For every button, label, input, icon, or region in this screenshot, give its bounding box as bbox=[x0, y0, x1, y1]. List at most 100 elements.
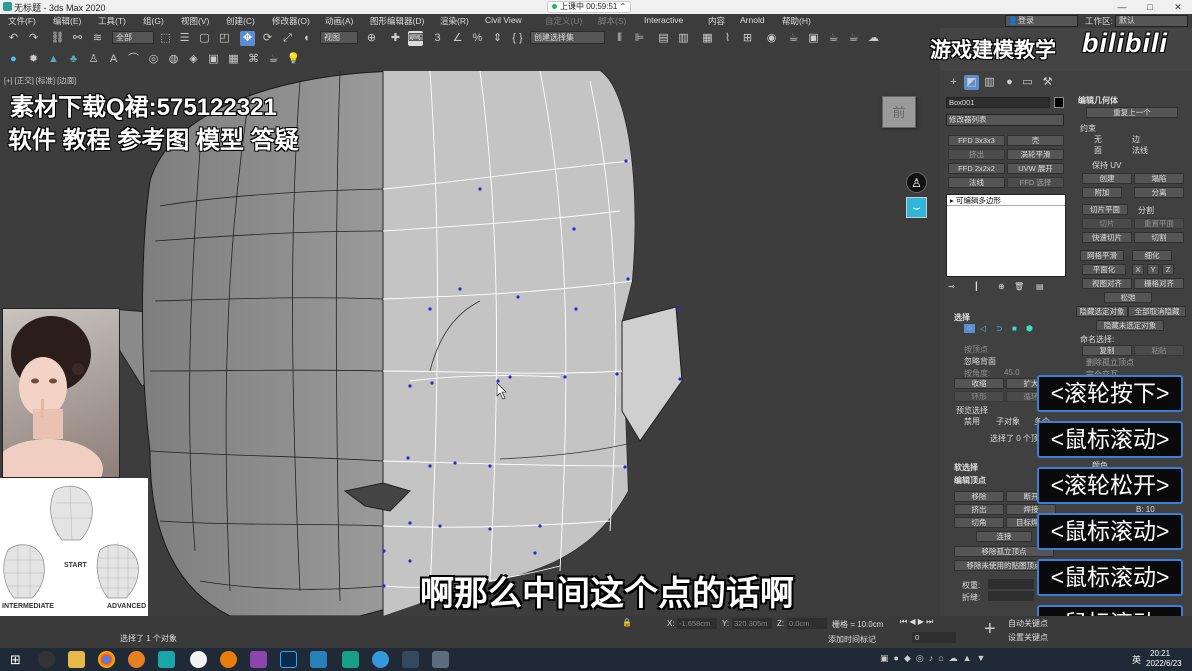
shrink-button[interactable]: 收缩 bbox=[954, 378, 1004, 389]
tessellate-button[interactable]: 细化 bbox=[1132, 250, 1172, 261]
display-tab-icon[interactable]: ▭ bbox=[1020, 75, 1035, 90]
menu-view[interactable]: 视图(V) bbox=[181, 15, 209, 27]
meshsmooth-button[interactable]: 网格平滑 bbox=[1080, 250, 1124, 261]
connect-button[interactable]: 连接 bbox=[976, 531, 1032, 542]
window-crossing-icon[interactable]: ◰ bbox=[217, 31, 232, 46]
undo-icon[interactable]: ↶ bbox=[6, 31, 21, 46]
mod-ffd333-button[interactable]: FFD 3x3x3 bbox=[948, 135, 1005, 146]
taskbar-app5-icon[interactable] bbox=[372, 651, 389, 668]
taskbar-app7-icon[interactable] bbox=[432, 651, 449, 668]
figure-icon[interactable]: ♙ bbox=[86, 52, 101, 67]
minimize-button[interactable]: — bbox=[1108, 0, 1136, 14]
redo-icon[interactable]: ↷ bbox=[26, 31, 41, 46]
menu-edit[interactable]: 编辑(E) bbox=[53, 15, 81, 27]
snaps-toggle-icon[interactable]: 3 bbox=[430, 31, 445, 46]
delete-isolated-checkbox[interactable]: 删除孤立顶点 bbox=[1086, 357, 1134, 368]
view-align-button[interactable]: 视图对齐 bbox=[1082, 278, 1132, 289]
by-vertex-checkbox[interactable]: 按顶点 bbox=[964, 344, 988, 355]
workspace-dropdown[interactable]: 默认 bbox=[1115, 15, 1188, 27]
z-field[interactable]: 0.0cm bbox=[787, 618, 827, 629]
y-field[interactable]: 320.305m bbox=[732, 618, 772, 629]
add-time-tag[interactable]: 添加时间标记 bbox=[828, 634, 876, 645]
named-selection-dropdown[interactable]: 创建选择集 bbox=[530, 31, 605, 44]
taskbar-app2-icon[interactable] bbox=[190, 651, 207, 668]
render-iterative-icon[interactable]: ☕ bbox=[846, 31, 861, 46]
ring-button[interactable]: 环形 bbox=[954, 391, 1004, 402]
rotate-view-icon[interactable]: ◎ bbox=[146, 52, 161, 67]
taskbar-app3-icon[interactable] bbox=[310, 651, 327, 668]
angle-value[interactable]: 45.0 bbox=[1004, 368, 1020, 377]
ignore-backfacing-checkbox[interactable]: 忽略背面 bbox=[964, 356, 996, 367]
polygon-mode-icon[interactable]: ■ bbox=[1012, 324, 1017, 333]
edit-named-sel-icon[interactable]: { } bbox=[510, 31, 525, 46]
frame-field[interactable]: 0 bbox=[912, 632, 956, 643]
select-by-name-icon[interactable]: ☰ bbox=[177, 31, 192, 46]
slice-plane-button[interactable]: 切片平面 bbox=[1082, 204, 1128, 215]
make-unique-icon[interactable]: ⊕ bbox=[998, 282, 1005, 291]
viewport[interactable]: [+] [正交] [标准] [边面] 前 ♙ ⌣ 素材下载Q裙:57512232… bbox=[0, 71, 940, 616]
show-end-result-icon[interactable]: ┃ bbox=[974, 282, 979, 291]
planar-z-button[interactable]: Z bbox=[1162, 264, 1174, 275]
object-color-swatch[interactable] bbox=[1054, 97, 1064, 108]
percent-snap-icon[interactable]: % bbox=[470, 31, 485, 46]
camera-icon[interactable]: ⌘ bbox=[246, 52, 261, 67]
menu-scripting[interactable]: 脚本(S) bbox=[598, 15, 626, 27]
taskbar-photoshop-icon[interactable] bbox=[280, 651, 297, 668]
mod-extrude-button[interactable]: 挤出 bbox=[948, 149, 1005, 160]
taskbar-3dsmax-icon[interactable] bbox=[158, 651, 175, 668]
selection-filter-dropdown[interactable]: 全部 bbox=[112, 31, 154, 44]
planar-x-button[interactable]: X bbox=[1132, 264, 1144, 275]
teapot-icon[interactable]: ☕ bbox=[266, 52, 281, 67]
reference-coord-dropdown[interactable]: 视图 bbox=[320, 31, 358, 44]
planar-y-button[interactable]: Y bbox=[1147, 264, 1159, 275]
element-mode-icon[interactable]: ⬢ bbox=[1026, 324, 1033, 333]
attach-button[interactable]: 附加 bbox=[1082, 187, 1122, 198]
menu-group[interactable]: 组(G) bbox=[143, 15, 164, 27]
place-icon[interactable]: ◐ bbox=[300, 31, 315, 46]
extrude-button[interactable]: 挤出 bbox=[954, 504, 1004, 515]
pin-stack-icon[interactable]: ⊸ bbox=[948, 282, 955, 291]
edge-mode-icon[interactable]: ◁ bbox=[980, 324, 986, 333]
hide-selected-button[interactable]: 隐藏选定对象 bbox=[1076, 306, 1128, 317]
taskbar-app-icon[interactable] bbox=[128, 651, 145, 668]
menu-create[interactable]: 创建(C) bbox=[226, 15, 255, 27]
maximize-button[interactable]: □ bbox=[1136, 0, 1164, 14]
select-object-icon[interactable]: ⬚ bbox=[158, 31, 173, 46]
hide-unselected-button[interactable]: 隐藏未选定对象 bbox=[1096, 320, 1164, 331]
menu-tools[interactable]: 工具(T) bbox=[98, 15, 126, 27]
menu-animation[interactable]: 动画(A) bbox=[325, 15, 353, 27]
mod-ffd-select-button[interactable]: FFD 选择 bbox=[1007, 177, 1064, 188]
detach-button[interactable]: 分离 bbox=[1134, 187, 1184, 198]
taskbar-explorer-icon[interactable] bbox=[68, 651, 85, 668]
sphere-icon[interactable]: ◍ bbox=[166, 52, 181, 67]
menu-help[interactable]: 帮助(H) bbox=[782, 15, 811, 27]
edit-vertices-header[interactable]: 编辑顶点 bbox=[954, 475, 986, 486]
clock-time[interactable]: 20:21 bbox=[1150, 649, 1170, 658]
scene-explorer-icon[interactable]: ▤ bbox=[656, 31, 671, 46]
playback-controls[interactable]: ⏮ ◀ ▶ ⏭ bbox=[900, 617, 933, 627]
hierarchy-tab-icon[interactable]: ▥ bbox=[982, 75, 997, 90]
unhide-all-button[interactable]: 全部取消隐藏 bbox=[1128, 306, 1186, 317]
taskbar-zbrush-icon[interactable] bbox=[250, 651, 267, 668]
material-editor-icon[interactable]: ◉ bbox=[764, 31, 779, 46]
link-icon[interactable]: ⛓ bbox=[50, 31, 65, 46]
menu-customize[interactable]: 自定义(U) bbox=[545, 15, 582, 27]
selection-header[interactable]: 选择 bbox=[954, 312, 970, 323]
weight-field[interactable] bbox=[988, 579, 1034, 589]
viewcube[interactable]: 前 bbox=[882, 96, 916, 128]
vertex-mode-icon[interactable]: ⁘ bbox=[964, 324, 975, 333]
taskbar-blender-icon[interactable] bbox=[220, 651, 237, 668]
cut-button[interactable]: 切割 bbox=[1134, 232, 1184, 243]
select-manipulate-icon[interactable]: ✚ bbox=[388, 31, 403, 46]
render-setup-icon[interactable]: ☕ bbox=[786, 31, 801, 46]
sun-icon[interactable]: ✹ bbox=[26, 52, 41, 67]
input-language[interactable]: 英 bbox=[1132, 653, 1141, 666]
clock-date[interactable]: 2022/6/23 bbox=[1146, 659, 1182, 668]
viewport-label[interactable]: [+] [正交] [标准] [边面] bbox=[4, 75, 76, 86]
unlink-icon[interactable]: ⚯ bbox=[70, 31, 85, 46]
viewport-nav-icon[interactable]: ⌣ bbox=[906, 197, 927, 218]
steering-wheel-icon[interactable]: ♙ bbox=[906, 172, 927, 193]
mod-uvw-unwrap-button[interactable]: UVW 展开 bbox=[1007, 163, 1064, 174]
angle-snap-icon[interactable]: ∠ bbox=[450, 31, 465, 46]
quickslice-button[interactable]: 快速切片 bbox=[1082, 232, 1132, 243]
